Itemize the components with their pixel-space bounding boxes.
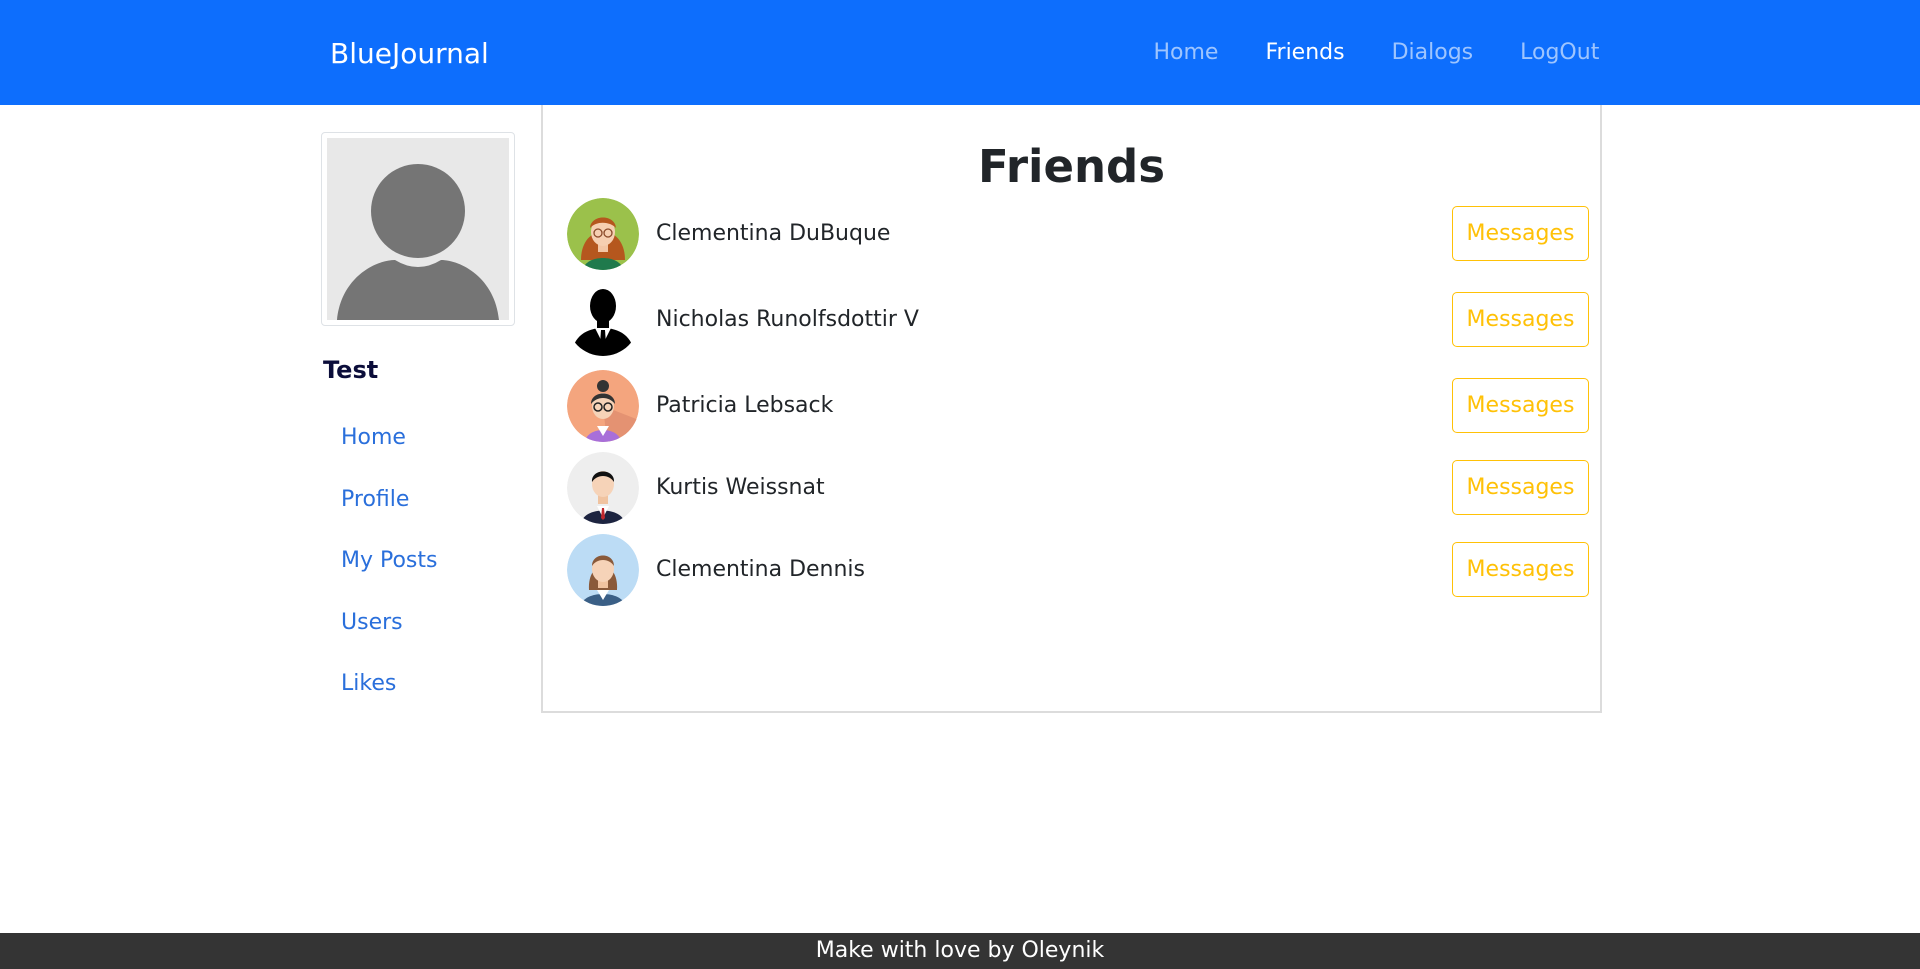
friend-row: Clementina DuBuque Messages (567, 198, 1589, 270)
friend-avatar (567, 198, 639, 270)
friend-avatar (567, 534, 639, 606)
friend-name: Kurtis Weissnat (656, 475, 825, 500)
nav-friends-link[interactable]: Friends (1242, 38, 1368, 68)
messages-button[interactable]: Messages (1452, 378, 1589, 433)
friend-avatar (567, 370, 639, 442)
sidebar-item-profile[interactable]: Profile (341, 485, 438, 547)
profile-avatar (321, 132, 515, 326)
friend-avatar (567, 284, 639, 356)
woman-bun-glasses-avatar-icon (567, 370, 639, 442)
businessman-avatar-icon (567, 452, 639, 524)
friend-name: Patricia Lebsack (656, 393, 834, 418)
friend-name: Nicholas Runolfsdottir V (656, 307, 919, 332)
sidebar-item-home[interactable]: Home (341, 423, 438, 485)
nav-home-link[interactable]: Home (1130, 38, 1242, 68)
sidebar-item-users[interactable]: Users (341, 608, 438, 670)
top-navbar: BlueJournal Home Friends Dialogs LogOut (0, 0, 1920, 105)
sidebar-menu: Home Profile My Posts Users Likes (341, 423, 438, 731)
man-silhouette-avatar-icon (567, 284, 639, 356)
nav-dialogs-link[interactable]: Dialogs (1368, 38, 1497, 68)
default-user-avatar-icon (327, 138, 509, 320)
friends-card: Friends Clementina DuBuque Messages Nich… (541, 105, 1602, 713)
woman-glasses-avatar-icon (567, 198, 639, 270)
friend-row: Nicholas Runolfsdottir V Messages (567, 284, 1589, 356)
messages-button[interactable]: Messages (1452, 292, 1589, 347)
brand-logo-link[interactable]: BlueJournal (330, 36, 489, 72)
friend-row: Patricia Lebsack Messages (567, 370, 1589, 442)
friend-name: Clementina Dennis (656, 557, 866, 582)
page-title: Friends (977, 140, 1166, 193)
sidebar-item-likes[interactable]: Likes (341, 669, 438, 731)
friend-row: Clementina Dennis Messages (567, 534, 1589, 606)
nav-logout-link[interactable]: LogOut (1497, 38, 1623, 68)
sidebar-username: Test (323, 356, 379, 384)
friend-name: Clementina DuBuque (656, 221, 891, 246)
messages-button[interactable]: Messages (1452, 542, 1589, 597)
friend-avatar (567, 452, 639, 524)
messages-button[interactable]: Messages (1452, 460, 1589, 515)
messages-button[interactable]: Messages (1452, 206, 1589, 261)
top-nav-menu: Home Friends Dialogs LogOut (1130, 38, 1623, 68)
sidebar-item-my-posts[interactable]: My Posts (341, 546, 438, 608)
page-footer: Make with love by Oleynik (0, 933, 1920, 969)
businesswoman-avatar-icon (567, 534, 639, 606)
friend-row: Kurtis Weissnat Messages (567, 452, 1589, 524)
